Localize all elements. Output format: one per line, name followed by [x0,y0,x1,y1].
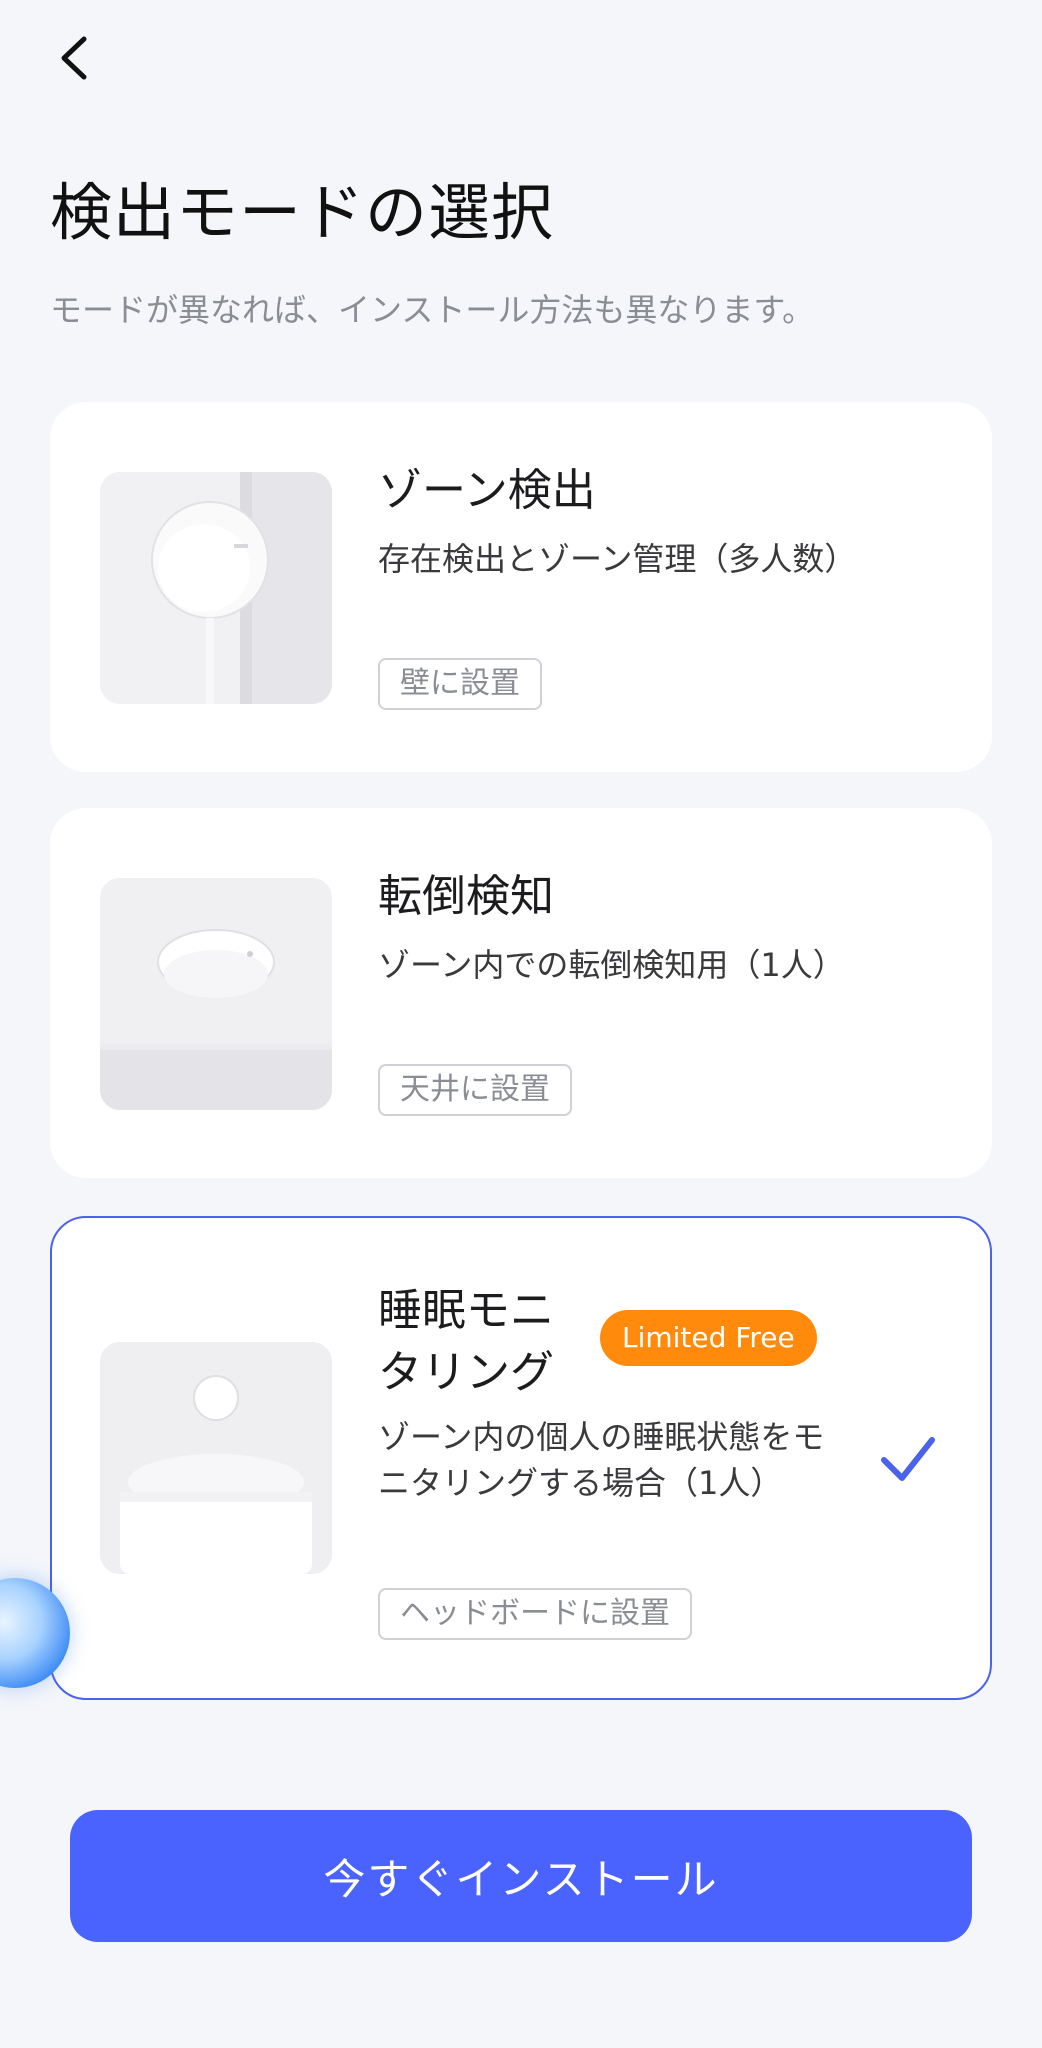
wall-mount-device-image [100,472,332,704]
mode-description: ゾーン内の個人の睡眠状態をモニタリングする場合（1人） [378,1418,825,1502]
back-button[interactable] [44,28,104,88]
headboard-mount-device-image [100,1342,332,1574]
install-now-button[interactable]: 今すぐインストール [70,1810,972,1942]
chevron-left-icon [61,36,87,80]
mode-title: 睡眠モニタリング [378,1285,554,1398]
install-location-tag: ヘッドボードに設置 [378,1588,692,1640]
checkmark-icon [881,1437,935,1481]
mode-description: ゾーン内での転倒検知用（1人） [378,946,845,984]
install-location-tag: 壁に設置 [378,658,542,710]
mode-description: 存在検出とゾーン管理（多人数） [378,540,857,578]
page-title: 検出モードの選択 [50,176,555,249]
mode-title: ゾーン検出 [378,465,596,516]
mode-title: 転倒検知 [378,871,554,922]
limited-free-badge: Limited Free [600,1310,817,1366]
mode-card-fall-detection[interactable]: 転倒検知 ゾーン内での転倒検知用（1人） 天井に設置 [50,808,992,1178]
install-location-tag: 天井に設置 [378,1064,572,1116]
page-subtitle: モードが異なれば、インストール方法も異なります。 [50,291,815,329]
mode-card-zone-detection[interactable]: ゾーン検出 存在検出とゾーン管理（多人数） 壁に設置 [50,402,992,772]
mode-card-sleep-monitoring[interactable]: 睡眠モニタリング Limited Free ゾーン内の個人の睡眠状態をモニタリン… [50,1216,992,1700]
ceiling-mount-device-image [100,878,332,1110]
